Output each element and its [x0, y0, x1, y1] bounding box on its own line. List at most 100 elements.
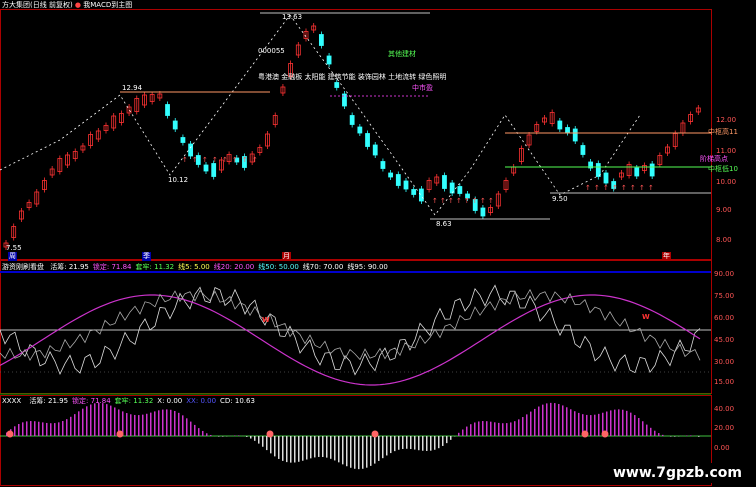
histogram-bar	[314, 436, 316, 458]
histogram-bar	[414, 436, 416, 450]
arrow-marker: ↑	[639, 184, 645, 192]
y-axis-bottom-1: 40.00	[714, 405, 735, 413]
histogram-bar	[662, 434, 664, 436]
period-marker-year[interactable]: 年	[662, 252, 671, 261]
histogram-bar	[394, 436, 396, 452]
histogram-bar	[618, 409, 620, 436]
arrow-marker: ↑	[648, 184, 654, 192]
histogram-bar	[250, 436, 252, 439]
arrow-marker: ↑	[182, 156, 188, 164]
stock-code-label: 000055	[258, 47, 285, 55]
histogram-bar	[626, 410, 628, 436]
histogram-bar	[402, 436, 404, 449]
arrow-marker: ↑	[448, 197, 454, 205]
period-marker-month[interactable]: 月	[282, 252, 291, 261]
candle-body	[180, 137, 186, 143]
y-axis-mid-1: 90.00	[714, 270, 735, 278]
histogram-bar	[346, 436, 348, 467]
histogram-bar	[126, 413, 128, 436]
histogram-bar	[390, 436, 392, 454]
histogram-bar	[514, 421, 516, 436]
histogram-bar	[450, 436, 452, 440]
price-label-left-high: 12.94	[122, 84, 143, 92]
signal-dot	[601, 430, 609, 438]
histogram-bar	[254, 436, 256, 441]
histogram-bar	[170, 409, 172, 436]
histogram-bar	[306, 436, 308, 460]
mid-panel-name[interactable]: 游资刚刷看盘	[2, 263, 44, 271]
arrow-marker: ↑	[585, 184, 591, 192]
candle-body	[334, 82, 340, 88]
mid-panel-value-6: 线70: 70.00	[302, 263, 344, 271]
mid-panel-value-0: 活筹: 21.95	[50, 263, 89, 271]
histogram-bar	[570, 409, 572, 436]
histogram-bar	[550, 402, 552, 436]
histogram-bar	[386, 436, 388, 456]
histogram-bar	[162, 409, 164, 436]
histogram-bar	[366, 436, 368, 468]
arrow-marker: ↑	[222, 156, 228, 164]
histogram-bar	[458, 432, 460, 436]
arrow-marker: ↑	[232, 156, 238, 164]
histogram-bar	[86, 406, 88, 436]
histogram-bar	[94, 403, 96, 436]
histogram-bar	[274, 436, 276, 457]
arrow-marker: ↑	[202, 156, 208, 164]
histogram-bar	[234, 435, 236, 436]
histogram-bar	[174, 410, 176, 436]
signal-dot	[6, 430, 14, 438]
concept-list: 粤港澳 金融板 太阳能 建筑节能 装饰园林 土地流转 绿色照明	[258, 73, 447, 81]
arrow-marker: ↑	[212, 156, 218, 164]
histogram-bar	[538, 406, 540, 436]
candle-body	[395, 174, 401, 186]
histogram-bar	[106, 404, 108, 436]
histogram-bar	[206, 433, 208, 436]
candle-body	[326, 55, 332, 65]
mid-panel-value-3: 线5: 5.00	[178, 263, 210, 271]
arrow-marker: ↑	[464, 197, 470, 205]
histogram-bar	[82, 408, 84, 436]
histogram-bar	[418, 436, 420, 451]
bottom-panel-value-3: X: 0.00	[157, 397, 183, 405]
histogram-bar	[166, 409, 168, 436]
histogram-bar	[134, 414, 136, 436]
candle-body	[165, 104, 170, 116]
period-marker-quarter[interactable]: 季	[142, 252, 151, 261]
histogram-bar	[194, 424, 196, 436]
histogram-bar	[142, 414, 144, 436]
histogram-bar	[498, 422, 500, 436]
histogram-bar	[154, 411, 156, 436]
bottom-panel-header: XXXX 活筹: 21.95 锁定: 71.84 套牢: 11.32 X: 0.00 X…	[2, 397, 259, 406]
candle-body	[403, 180, 409, 190]
arrow-marker: ↑	[192, 156, 198, 164]
histogram-bar	[330, 436, 332, 459]
histogram-bar	[534, 408, 536, 436]
histogram-bar	[474, 422, 476, 436]
pivot-low-label: 中枢低10	[708, 165, 738, 173]
mid-panel-values: 活筹: 21.95 锁定: 71.84 套牢: 11.32 线5: 5.00 线20: …	[50, 263, 392, 271]
period-marker-week[interactable]: 周	[8, 252, 17, 261]
y-axis-main-5: 8.00	[716, 236, 732, 244]
candle-body	[442, 175, 447, 189]
arrow-marker: ↑	[440, 197, 446, 205]
histogram-bar	[318, 436, 320, 457]
histogram-bar	[562, 405, 564, 436]
signal-dot	[581, 430, 589, 438]
histogram-bar	[14, 426, 16, 436]
histogram-bar	[34, 421, 36, 436]
candle-body	[565, 127, 570, 133]
candle-body	[572, 128, 578, 142]
histogram-bar	[54, 423, 56, 436]
histogram-bar	[198, 428, 200, 436]
bottom-panel-name[interactable]: XXXX	[2, 397, 21, 405]
histogram-bar	[690, 435, 692, 436]
mid-mark-left: W	[262, 316, 270, 324]
histogram-bar	[426, 436, 428, 451]
candle-body	[418, 188, 424, 202]
bottom-panel-value-5: CD: 10.63	[220, 397, 255, 405]
candle-body	[203, 164, 209, 172]
bottom-panel-value-2: 套牢: 11.32	[114, 397, 154, 405]
histogram-bar	[554, 403, 556, 436]
mid-panel-value-4: 线20: 20.00	[213, 263, 255, 271]
candlestick-series	[3, 23, 701, 250]
